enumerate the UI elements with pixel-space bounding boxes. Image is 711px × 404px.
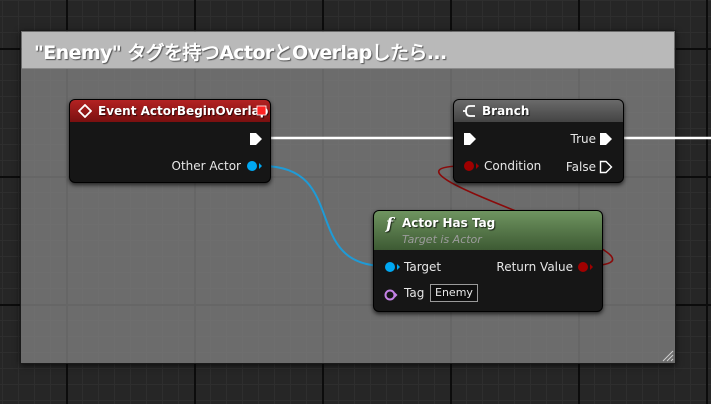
pin-label-tag: Tag <box>404 286 425 300</box>
node-event-title: Event ActorBeginOverlap <box>98 104 269 118</box>
node-actor-has-tag[interactable]: f Actor Has Tag Target is Actor Target R… <box>373 210 603 312</box>
pin-label-true: True <box>570 132 597 146</box>
pin-label-other-actor: Other Actor <box>171 159 241 173</box>
exec-false-pin-icon[interactable] <box>599 160 613 174</box>
exec-out-pin-icon[interactable] <box>249 132 263 146</box>
node-has-tag-subtitle: Target is Actor <box>402 233 482 246</box>
object-pin-icon[interactable] <box>384 261 402 273</box>
name-pin-icon[interactable] <box>384 288 398 302</box>
function-icon: f <box>386 214 393 233</box>
branch-icon <box>463 105 475 117</box>
event-diamond-icon <box>78 104 92 118</box>
exec-true-pin-icon[interactable] <box>599 132 613 146</box>
node-event-actor-begin-overlap[interactable]: Event ActorBeginOverlap Other Actor <box>69 99 271 183</box>
pin-label-false: False <box>565 160 596 174</box>
comment-header[interactable]: "Enemy" タグを持つActorとOverlapしたら... <box>22 32 674 69</box>
node-has-tag-title: Actor Has Tag <box>402 216 496 230</box>
node-branch[interactable]: Branch True Condition False <box>453 99 624 183</box>
pin-label-target: Target <box>404 260 442 274</box>
node-branch-title: Branch <box>482 104 530 118</box>
comment-title: "Enemy" タグを持つActorとOverlapしたら... <box>34 42 447 64</box>
object-pin-icon[interactable] <box>246 160 264 172</box>
resize-grip-icon[interactable] <box>660 348 674 362</box>
pin-label-condition: Condition <box>484 159 542 173</box>
node-branch-header[interactable] <box>454 100 623 122</box>
comment-box[interactable]: "Enemy" タグを持つActorとOverlapしたら... <box>20 30 676 364</box>
delegate-pin-icon[interactable] <box>256 105 267 116</box>
pin-label-return-value: Return Value <box>496 260 573 274</box>
exec-in-pin-icon[interactable] <box>463 132 477 146</box>
bool-pin-icon[interactable] <box>463 160 481 172</box>
tag-input[interactable]: Enemy <box>430 284 478 302</box>
bool-pin-icon[interactable] <box>577 261 595 273</box>
